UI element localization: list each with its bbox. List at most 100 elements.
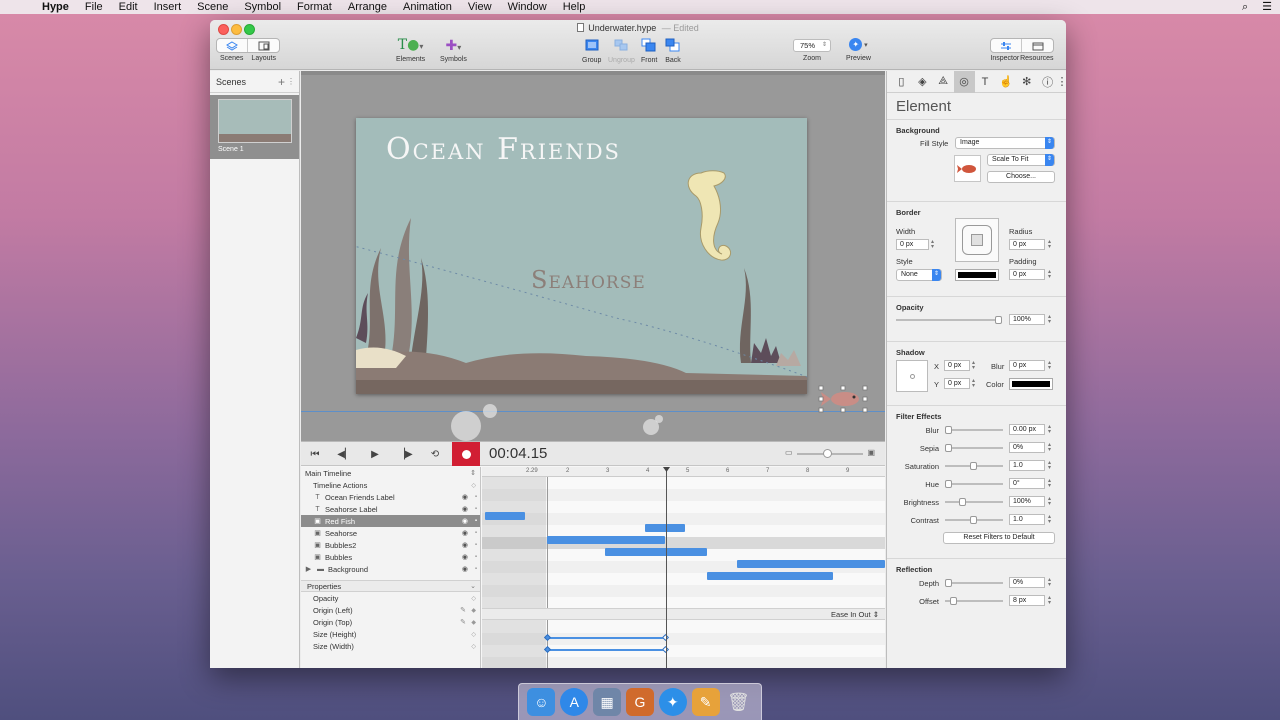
filter-sepia-field[interactable]: 0% bbox=[1009, 442, 1045, 453]
finder-icon[interactable]: ☺ bbox=[527, 688, 556, 716]
notification-center-icon[interactable]: ☰ bbox=[1262, 0, 1272, 14]
timeline-row-red-fish[interactable]: ▣ Red Fish ◉ ▪ bbox=[301, 515, 480, 527]
border-width-field[interactable]: 0 px bbox=[896, 239, 929, 250]
stepper-icon[interactable]: ▴ ▾ bbox=[1048, 360, 1051, 371]
stepper-icon[interactable]: ▴ ▾ bbox=[1048, 595, 1051, 606]
panel-grip-icon[interactable]: ⋮ bbox=[287, 77, 295, 86]
visibility-eye-icon[interactable]: ◉ bbox=[462, 517, 468, 525]
reset-filters-button[interactable]: Reset Filters to Default bbox=[943, 532, 1055, 544]
lock-icon[interactable]: ▪ bbox=[475, 554, 477, 560]
timeline-row-seahorse[interactable]: ▣ Seahorse ◉ ▪ bbox=[301, 527, 480, 539]
border-radius-field[interactable]: 0 px bbox=[1009, 239, 1045, 250]
loop-icon[interactable]: ⟲ bbox=[423, 446, 447, 462]
menu-arrange[interactable]: Arrange bbox=[340, 0, 395, 14]
timeline-row-bubbles2[interactable]: ▣ Bubbles2 ◉ ▪ bbox=[301, 539, 480, 551]
bubble[interactable] bbox=[655, 415, 663, 423]
opacity-field[interactable]: 100% bbox=[1009, 314, 1045, 325]
document-inspector-icon[interactable]: ▯ bbox=[891, 71, 912, 93]
main-timeline-row[interactable]: Main Timeline ⇕ bbox=[301, 467, 480, 479]
shadow-x-field[interactable]: 0 px bbox=[944, 360, 970, 371]
visibility-eye-icon[interactable]: ◉ bbox=[462, 505, 468, 513]
scene-list-item[interactable]: Scene 1 bbox=[210, 95, 299, 159]
filter-hue-field[interactable]: 0° bbox=[1009, 478, 1045, 489]
zoom-field[interactable]: 75% ⇕ bbox=[793, 39, 831, 52]
shadow-color-swatch[interactable] bbox=[1009, 378, 1053, 390]
stepper-icon[interactable]: ▴ ▾ bbox=[1048, 314, 1051, 325]
filter-brightness-slider[interactable] bbox=[945, 498, 1003, 506]
keyframe-toggle-icon[interactable]: ◇ bbox=[471, 595, 476, 602]
menu-format[interactable]: Format bbox=[289, 0, 340, 14]
symbols-menu-button[interactable]: ✚▾ Symbols bbox=[440, 37, 467, 63]
stepper-icon[interactable]: ▴ ▾ bbox=[1048, 269, 1051, 280]
animation-bar-seahorse-label[interactable] bbox=[645, 524, 685, 532]
keyframe-toggle-icon[interactable]: ◆ bbox=[471, 607, 476, 614]
scenes-toggle-button[interactable] bbox=[217, 39, 248, 52]
menu-animation[interactable]: Animation bbox=[395, 0, 460, 14]
play-icon[interactable]: ▶ bbox=[363, 446, 387, 462]
lock-icon[interactable]: ▪ bbox=[475, 530, 477, 536]
menu-app-hype[interactable]: Hype bbox=[34, 0, 77, 14]
spotlight-icon[interactable]: ⌕ bbox=[1242, 0, 1248, 14]
shadow-direction-pad[interactable] bbox=[896, 360, 928, 392]
property-row-size-height[interactable]: Size (Height) ◇ bbox=[301, 628, 480, 640]
border-color-swatch[interactable] bbox=[955, 269, 999, 281]
timeline-grid[interactable]: 2.29 2 3 4 5 6 7 8 9 Ease In Out ⇕ bbox=[482, 467, 885, 668]
scene-inspector-icon[interactable]: ◈ bbox=[912, 71, 933, 93]
layouts-toggle-button[interactable] bbox=[248, 39, 279, 52]
record-button[interactable] bbox=[452, 442, 480, 466]
resources-toggle-button[interactable] bbox=[1022, 39, 1053, 52]
reflection-depth-slider[interactable] bbox=[945, 579, 1003, 587]
visibility-eye-icon[interactable]: ◉ bbox=[462, 541, 468, 549]
stepper-icon[interactable]: ▴ ▾ bbox=[1048, 577, 1051, 588]
step-back-icon[interactable]: ◀▏ bbox=[333, 446, 357, 462]
lock-icon[interactable]: ▪ bbox=[475, 566, 477, 572]
panel-grip-icon[interactable]: ⋮ bbox=[1057, 71, 1067, 93]
origin-top-animation-line[interactable] bbox=[548, 649, 666, 651]
preview-app-icon[interactable]: ▦ bbox=[593, 688, 622, 716]
lock-icon[interactable]: ▪ bbox=[475, 542, 477, 548]
group-button[interactable]: Group bbox=[582, 38, 601, 64]
timeline-zoom-slider[interactable]: ▭ ▣ bbox=[785, 448, 875, 458]
keyframe-toggle-icon[interactable]: ◆ bbox=[471, 619, 476, 626]
reflection-offset-slider[interactable] bbox=[945, 597, 1003, 605]
app-store-icon[interactable]: A bbox=[560, 688, 589, 716]
filter-blur-field[interactable]: 0.00 px bbox=[1009, 424, 1045, 435]
menu-scene[interactable]: Scene bbox=[189, 0, 236, 14]
send-to-back-button[interactable]: Back bbox=[665, 38, 681, 64]
visibility-eye-icon[interactable]: ◉ bbox=[462, 529, 468, 537]
inspector-toggle-button[interactable] bbox=[991, 39, 1022, 52]
properties-menu-icon[interactable]: ⌄ bbox=[470, 582, 476, 590]
lock-icon[interactable]: ▪ bbox=[475, 518, 477, 524]
timeline-zoom-knob[interactable] bbox=[823, 449, 832, 458]
menu-window[interactable]: Window bbox=[500, 0, 555, 14]
menu-file[interactable]: File bbox=[77, 0, 111, 14]
animation-bar-bubbles2[interactable] bbox=[737, 560, 885, 568]
stepper-icon[interactable]: ▴ ▾ bbox=[972, 360, 975, 371]
filter-brightness-field[interactable]: 100% bbox=[1009, 496, 1045, 507]
actions-inspector-icon[interactable]: ☝ bbox=[995, 71, 1016, 93]
stepper-icon[interactable]: ▴ ▾ bbox=[972, 378, 975, 389]
easing-popup[interactable]: Ease In Out ⇕ bbox=[831, 610, 879, 619]
image-scale-popup[interactable]: Scale To Fit ⇕ bbox=[987, 154, 1055, 166]
text-inspector-icon[interactable]: T bbox=[975, 71, 996, 93]
visibility-eye-icon[interactable]: ◉ bbox=[462, 565, 468, 573]
filter-contrast-field[interactable]: 1.0 bbox=[1009, 514, 1045, 525]
trash-icon[interactable]: 🗑 bbox=[724, 688, 752, 716]
filter-saturation-slider[interactable] bbox=[945, 462, 1003, 470]
visibility-eye-icon[interactable]: ◉ bbox=[462, 553, 468, 561]
stepper-icon[interactable]: ▴ ▾ bbox=[1048, 424, 1051, 435]
property-row-origin-top[interactable]: Origin (Top) ✎ ◆ bbox=[301, 616, 480, 628]
keyframe-toggle-icon[interactable]: ◇ bbox=[471, 643, 476, 650]
background-image-well[interactable] bbox=[954, 155, 981, 182]
preview-button[interactable]: ✦ ▾ Preview bbox=[846, 38, 871, 62]
animation-bar-bubbles[interactable] bbox=[707, 572, 833, 580]
shadow-y-field[interactable]: 0 px bbox=[944, 378, 970, 389]
menu-symbol[interactable]: Symbol bbox=[236, 0, 289, 14]
shadow-blur-field[interactable]: 0 px bbox=[1009, 360, 1045, 371]
metrics-inspector-icon[interactable]: ⟁ bbox=[933, 71, 954, 93]
stepper-icon[interactable]: ▴ ▾ bbox=[1048, 478, 1051, 489]
property-row-opacity[interactable]: Opacity ◇ bbox=[301, 592, 480, 604]
filter-blur-slider[interactable] bbox=[945, 426, 1003, 434]
timeline-row-bubbles[interactable]: ▣ Bubbles ◉ ▪ bbox=[301, 551, 480, 563]
property-row-size-width[interactable]: Size (Width) ◇ bbox=[301, 640, 480, 652]
